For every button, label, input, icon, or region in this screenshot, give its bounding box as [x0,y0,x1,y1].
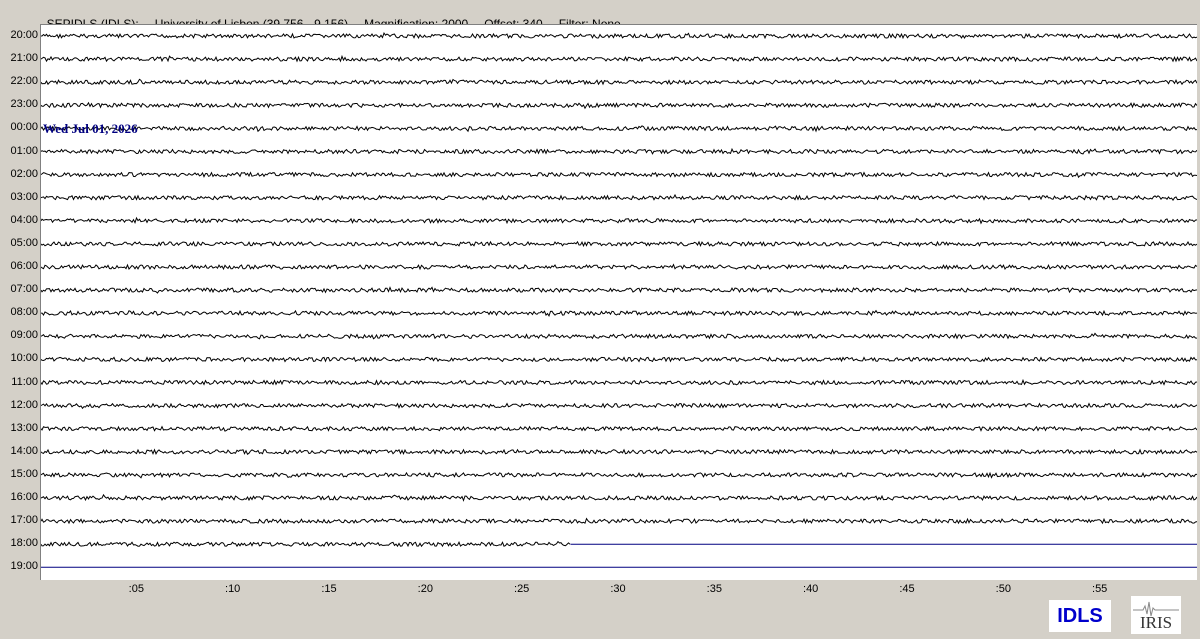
seismogram-trace-row [41,378,1197,386]
minute-tick-label: :05 [128,583,144,595]
hour-label: 20:00 [10,29,38,41]
hour-label: 05:00 [10,236,38,249]
seismogram-traces [41,32,1197,568]
helicorder-plot [40,24,1197,580]
hour-label: 15:00 [10,467,38,480]
seismogram-trace-row [41,540,571,548]
hour-label: 06:00 [10,260,38,272]
seismogram-trace-row [41,171,1197,179]
hour-label: 21:00 [10,52,38,65]
seismogram-trace-row [41,309,1197,318]
seismogram-trace-row [41,493,1197,502]
iris-logo-text: IRIS [1139,613,1173,632]
hour-label: 10:00 [10,352,38,365]
minute-tick-label: :45 [899,583,915,595]
hour-label: 02:00 [10,167,38,180]
hour-label: 11:00 [11,375,38,388]
hour-label: 14:00 [10,444,38,457]
minute-tick-label: :35 [706,583,722,595]
seismogram-trace-row [41,78,1197,86]
helicorder-header: SEPIDLS (IDLS):University of Lisbon (39.… [40,3,637,31]
minute-tick-label: :30 [610,583,626,595]
minute-tick-label: :55 [1092,583,1108,595]
seismogram-trace-row [41,193,1197,201]
seismogram-trace-row [41,402,1197,410]
seismogram-trace-row [41,448,1197,456]
minute-tick-label: :40 [803,583,819,595]
hour-label: 08:00 [10,306,38,319]
seismogram-trace-row [41,425,1197,432]
minute-tick-label: :20 [417,583,433,595]
iris-logo: IRIS [1131,596,1181,634]
minute-tick-label: :25 [514,583,530,595]
seismogram-trace-row [41,32,1197,40]
hour-label: 23:00 [10,98,38,111]
seismogram-trace-row [41,332,1197,340]
minute-tick-label: :15 [321,583,337,595]
hour-label: 12:00 [10,398,38,411]
seismogram-trace-row [41,471,1197,479]
hour-label: 00:00 [10,121,38,134]
seismogram-trace-row [41,54,1197,63]
hour-label: 19:00 [10,560,38,573]
seismogram-trace-row [41,263,1197,271]
seismogram-trace-row [41,286,1197,294]
seismogram-trace-row [41,240,1197,248]
idls-logo: IDLS [1049,600,1111,632]
hour-label: 16:00 [10,491,38,503]
hour-label: 03:00 [10,190,38,203]
hour-label: 17:00 [10,514,38,527]
hour-label: 09:00 [10,329,38,342]
hour-label: 18:00 [10,537,38,550]
seismogram-trace-row [41,125,1197,133]
hour-label: 04:00 [10,213,38,226]
date-stamp: Wed Jul 01, 2026 [43,121,138,136]
hour-label: 01:00 [10,144,38,157]
seismogram-trace-row [41,147,1197,155]
seismogram-trace-row [41,356,1197,363]
seismogram-trace-row [41,101,1197,110]
minute-tick-label: :50 [995,583,1011,595]
seismogram-trace-row [41,216,1197,225]
minute-tick-label: :10 [225,583,241,595]
hour-label: 22:00 [10,75,38,88]
hour-label: 07:00 [10,283,38,296]
seismogram-trace-row [41,517,1197,525]
hour-label: 13:00 [10,421,38,434]
